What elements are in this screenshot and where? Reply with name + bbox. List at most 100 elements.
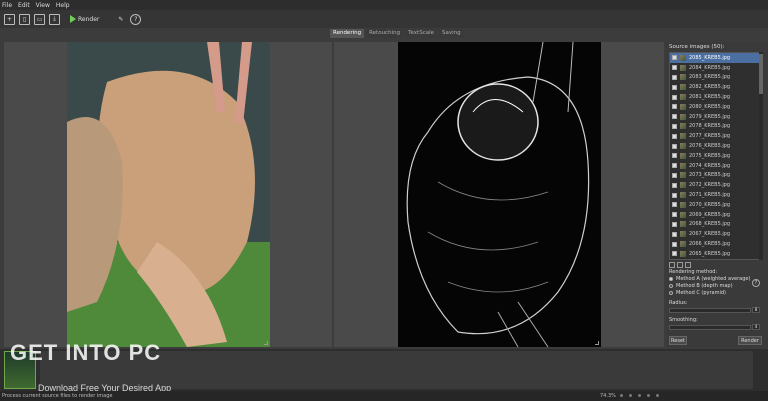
menu-help[interactable]: Help	[56, 2, 70, 9]
checkbox[interactable]	[672, 241, 677, 247]
thumbnail-icon	[680, 192, 686, 199]
list-item[interactable]: 2068_KREB5.jpg	[670, 220, 760, 230]
zoom-dot-icon[interactable]	[638, 394, 641, 397]
menu-view[interactable]: View	[36, 2, 50, 9]
file-list-scrollbar[interactable]	[759, 52, 763, 260]
checkbox[interactable]	[672, 172, 677, 178]
resize-corner[interactable]	[264, 341, 268, 345]
reset-button[interactable]: Reset	[669, 336, 687, 345]
checkbox[interactable]	[672, 202, 677, 208]
thumbnail-icon	[680, 182, 686, 189]
thumbnail-icon	[680, 162, 686, 169]
list-item[interactable]: 2072_KREB5.jpg	[670, 180, 760, 190]
check-all-icon[interactable]	[669, 262, 675, 268]
checkbox[interactable]	[672, 212, 677, 218]
list-item[interactable]: 2081_KREB5.jpg	[670, 92, 760, 102]
thumbnail-icon	[680, 172, 686, 179]
zoom-dot-icon[interactable]	[647, 394, 650, 397]
checkbox[interactable]	[672, 143, 677, 149]
layout-split-icon[interactable]: ▯	[19, 13, 30, 25]
radius-value[interactable]: 8	[752, 307, 760, 313]
checkbox[interactable]	[672, 123, 677, 129]
list-item[interactable]: 2067_KREB5.jpg	[670, 229, 760, 239]
status-text: Process current source files to render i…	[2, 393, 113, 399]
list-item[interactable]: 2080_KREB5.jpg	[670, 102, 760, 112]
menu-file[interactable]: File	[2, 2, 12, 9]
source-file-list[interactable]: 2085_KREB5.jpg 2084_KREB5.jpg 2083_KREB5…	[669, 52, 761, 260]
zoom-level: 74.3%	[600, 393, 616, 399]
zoom-dot-icon[interactable]	[656, 394, 659, 397]
checkbox[interactable]	[672, 153, 677, 159]
zoom-dot-icon[interactable]	[629, 394, 632, 397]
brush-icon[interactable]: ✎	[115, 14, 126, 25]
list-item[interactable]: 2082_KREB5.jpg	[670, 82, 760, 92]
checkbox[interactable]	[672, 192, 677, 198]
checkbox[interactable]	[672, 221, 677, 227]
radius-label: Radius:	[669, 300, 688, 306]
list-item[interactable]: 2066_KREB5.jpg	[670, 239, 760, 249]
thumbnail-icon	[680, 201, 686, 208]
checkbox[interactable]	[672, 231, 677, 237]
menu-edit[interactable]: Edit	[18, 2, 30, 9]
list-item[interactable]: 2065_KREB5.jpg	[670, 249, 760, 259]
help-icon[interactable]: ?	[130, 13, 142, 25]
layout-stack-icon[interactable]: ▭	[34, 13, 45, 25]
smoothing-value[interactable]: 4	[752, 324, 760, 330]
radius-slider[interactable]	[669, 308, 751, 313]
thumbnail-icon	[680, 84, 686, 91]
render-button[interactable]: Render	[738, 336, 762, 345]
list-item[interactable]: 2084_KREB5.jpg	[670, 63, 760, 73]
play-icon	[70, 15, 76, 23]
mode-tabs: Rendering Retouching TextScale Saving	[330, 29, 464, 38]
checkbox[interactable]	[672, 94, 677, 100]
tab-textscale[interactable]: TextScale	[405, 29, 437, 38]
list-item[interactable]: 2076_KREB5.jpg	[670, 141, 760, 151]
list-item[interactable]: 2070_KREB5.jpg	[670, 200, 760, 210]
thumbnail-icon	[680, 231, 686, 238]
checkbox[interactable]	[672, 133, 677, 139]
add-files-icon[interactable]: +	[4, 13, 15, 25]
export-icon[interactable]: ⤓	[49, 13, 60, 25]
list-item[interactable]: 2078_KREB5.jpg	[670, 122, 760, 132]
method-a-radio[interactable]: Method A (weighted average)	[669, 276, 750, 282]
resize-corner[interactable]	[595, 341, 599, 345]
tab-saving[interactable]: Saving	[439, 29, 464, 38]
tab-retouching[interactable]: Retouching	[366, 29, 404, 38]
thumbnail-icon	[680, 211, 686, 218]
checkbox[interactable]	[672, 182, 677, 188]
list-item[interactable]: 2071_KREB5.jpg	[670, 190, 760, 200]
side-panel: Source images (50): 2085_KREB5.jpg 2084_…	[666, 42, 768, 347]
help-icon[interactable]: ?	[752, 279, 760, 287]
method-b-radio[interactable]: Method B (depth map)	[669, 283, 733, 289]
checkbox[interactable]	[672, 74, 677, 80]
list-item[interactable]: 2075_KREB5.jpg	[670, 151, 760, 161]
tab-rendering[interactable]: Rendering	[330, 29, 365, 38]
list-item[interactable]: 2077_KREB5.jpg	[670, 131, 760, 141]
checkbox[interactable]	[672, 114, 677, 120]
scrollbar-thumb[interactable]	[759, 54, 763, 94]
thumbnail-icon	[680, 133, 686, 140]
checkbox[interactable]	[672, 163, 677, 169]
watermark-logo: GET INTO PC	[10, 340, 162, 365]
zoom-dot-icon[interactable]	[620, 394, 623, 397]
checkbox[interactable]	[672, 251, 677, 257]
list-item[interactable]: 2069_KREB5.jpg	[670, 210, 760, 220]
remove-icon[interactable]	[685, 262, 691, 268]
checkbox[interactable]	[672, 55, 677, 61]
thumbnail-icon	[680, 64, 686, 71]
smoothing-slider[interactable]	[669, 325, 751, 330]
uncheck-all-icon[interactable]	[677, 262, 683, 268]
method-c-radio[interactable]: Method C (pyramid)	[669, 290, 726, 296]
source-image	[67, 42, 270, 347]
render-button[interactable]: Render	[70, 15, 99, 23]
list-item[interactable]: 2083_KREB5.jpg	[670, 73, 760, 83]
checkbox[interactable]	[672, 84, 677, 90]
list-item[interactable]: 2079_KREB5.jpg	[670, 112, 760, 122]
toolbar: + ▯ ▭ ⤓ Render ✎ ?	[0, 10, 768, 28]
thumbnail-icon	[680, 241, 686, 248]
list-item[interactable]: 2073_KREB5.jpg	[670, 171, 760, 181]
checkbox[interactable]	[672, 65, 677, 71]
checkbox[interactable]	[672, 104, 677, 110]
list-item[interactable]: 2085_KREB5.jpg	[670, 53, 760, 63]
list-item[interactable]: 2074_KREB5.jpg	[670, 161, 760, 171]
